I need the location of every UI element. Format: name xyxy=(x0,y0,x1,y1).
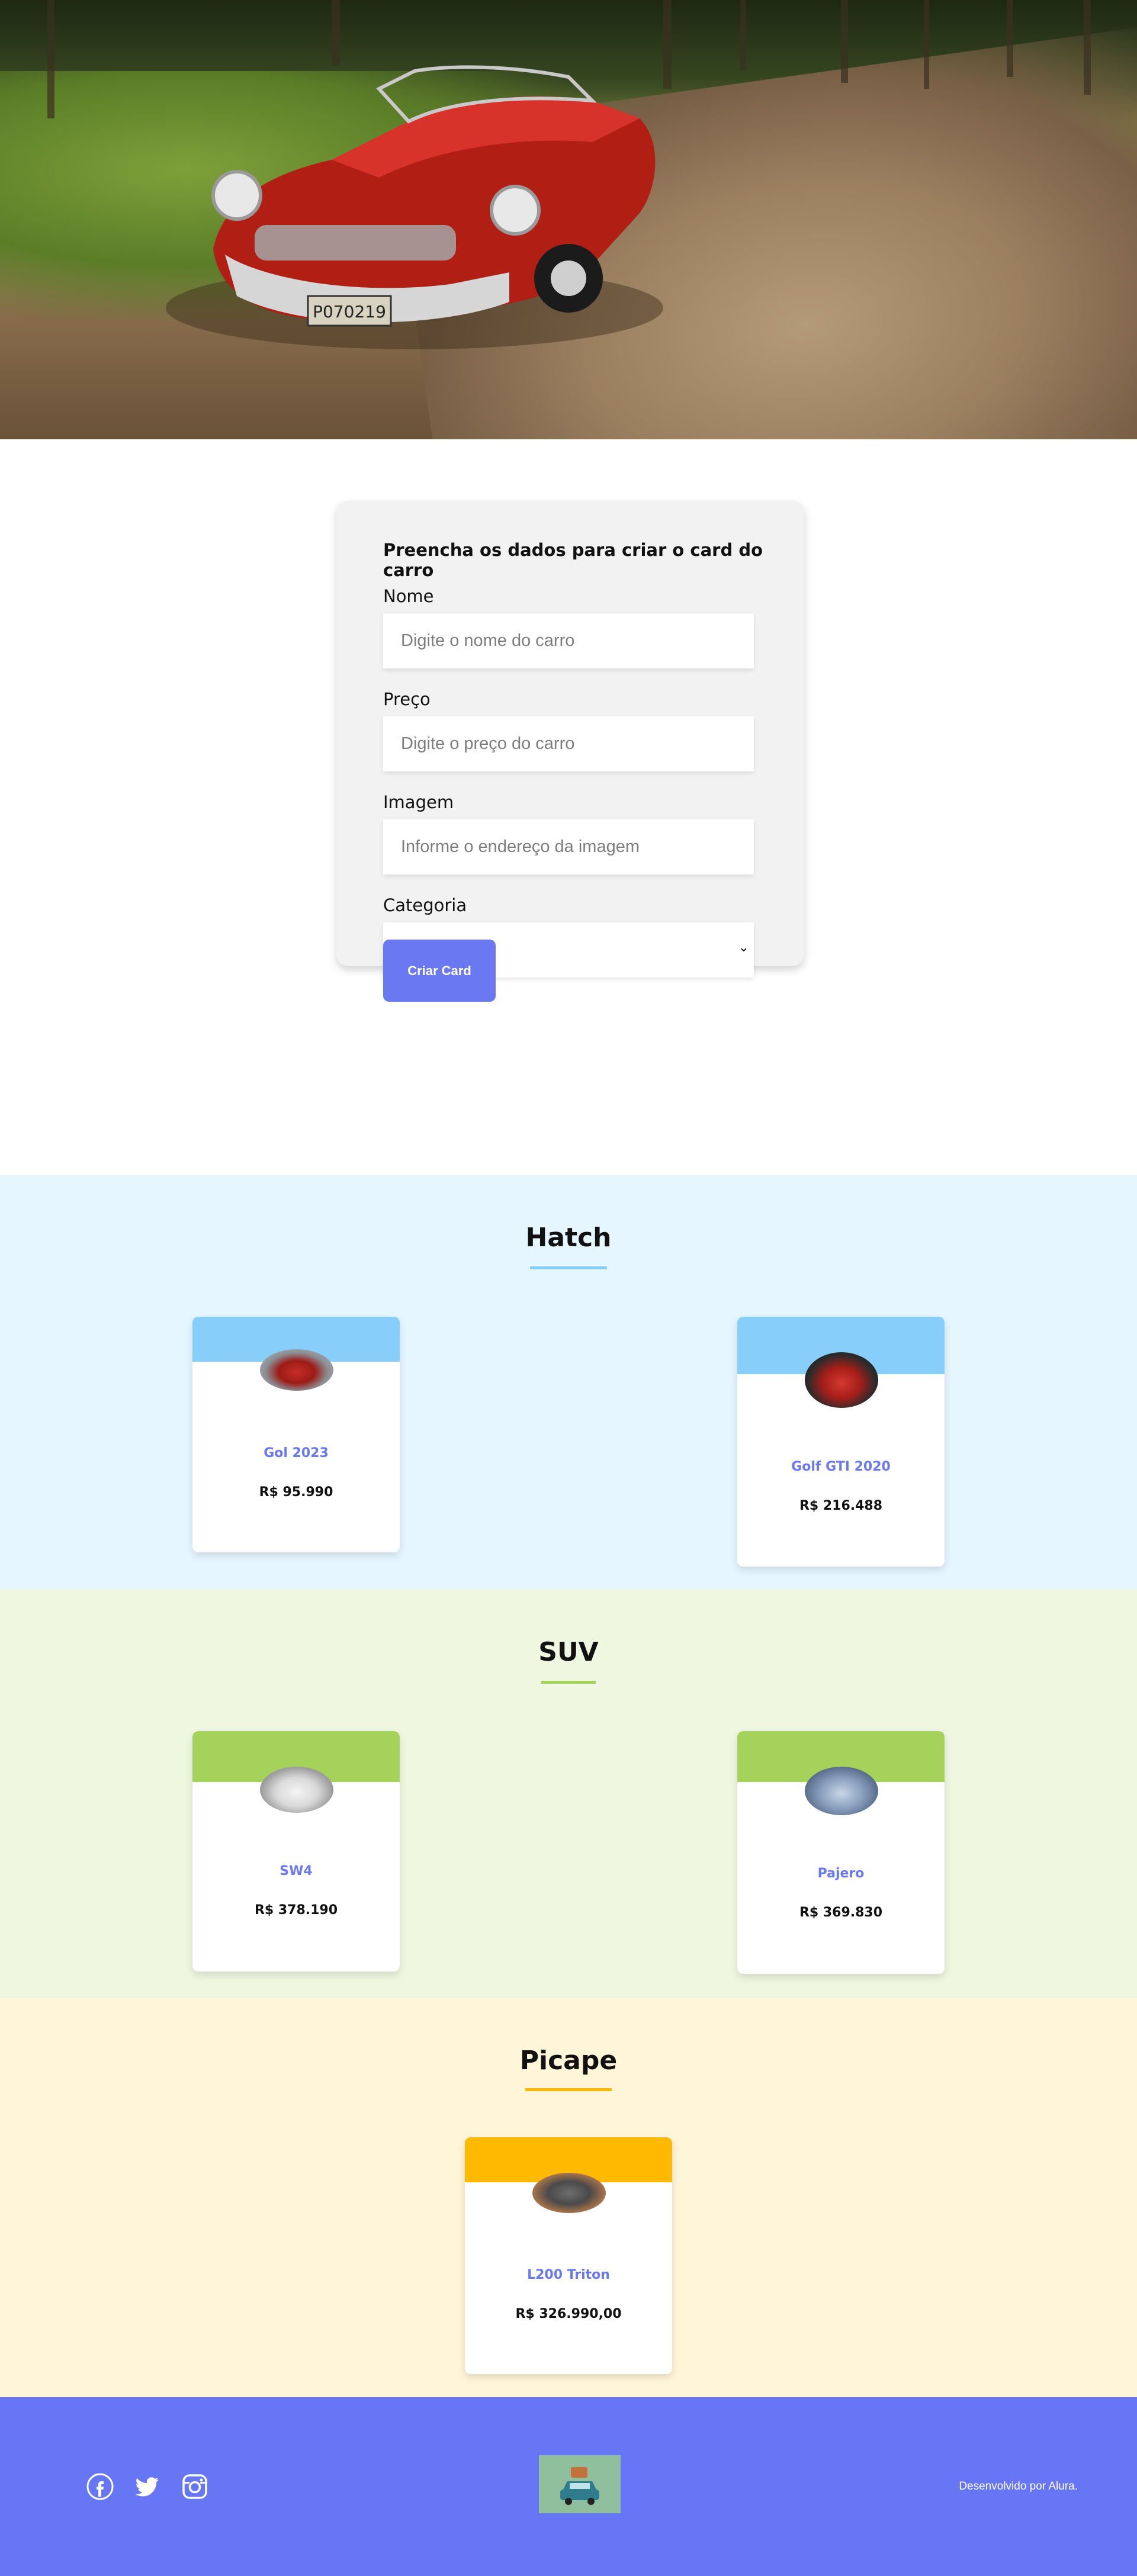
image-url-input[interactable] xyxy=(383,819,754,874)
car-image xyxy=(260,1767,333,1813)
vintage-car-image: P070219 xyxy=(47,0,1091,349)
svg-text:P070219: P070219 xyxy=(313,302,386,321)
car-name: Golf GTI 2020 xyxy=(791,1459,891,1474)
car-name: L200 Triton xyxy=(527,2268,610,2282)
car-image xyxy=(805,1352,878,1408)
car-price: R$ 326.990,00 xyxy=(515,2307,622,2321)
category-title: Picape xyxy=(519,2046,618,2076)
footer-credit: Desenvolvido por Alura. xyxy=(959,2480,1078,2493)
category-section-picape: Picape L200 Triton R$ 326.990,00 xyxy=(0,1998,1137,2397)
car-card: Gol 2023 R$ 95.990 xyxy=(192,1317,400,1552)
category-title: Hatch xyxy=(525,1223,612,1253)
price-label: Preço xyxy=(383,689,431,709)
form-title: Preencha os dados para criar o card do c… xyxy=(383,540,763,580)
create-card-button[interactable]: Criar Card xyxy=(383,940,496,1002)
car-image xyxy=(260,1349,333,1391)
category-underline xyxy=(541,1681,596,1684)
hero-banner: P070219 xyxy=(0,0,1137,439)
category-title: SUV xyxy=(538,1637,599,1667)
instagram-icon[interactable] xyxy=(181,2473,208,2500)
category-underline xyxy=(530,1266,607,1269)
create-card-form: Preencha os dados para criar o card do c… xyxy=(336,501,804,977)
chevron-down-icon: ⌄ xyxy=(738,940,749,955)
price-input[interactable] xyxy=(383,716,754,771)
category-section-hatch: Hatch Gol 2023 R$ 95.990 Golf GTI 2020 R… xyxy=(0,1175,1137,1590)
car-name: SW4 xyxy=(280,1864,313,1879)
image-label: Imagem xyxy=(383,792,454,812)
car-name: Gol 2023 xyxy=(264,1446,329,1461)
name-input[interactable] xyxy=(383,613,754,668)
car-name: Pajero xyxy=(817,1866,865,1881)
category-label: Categoria xyxy=(383,895,467,915)
footer-logo xyxy=(539,2455,621,2513)
car-card: Pajero R$ 369.830 xyxy=(737,1731,945,1974)
category-section-suv: SUV SW4 R$ 378.190 Pajero R$ 369.830 xyxy=(0,1590,1137,1998)
car-image xyxy=(532,2173,606,2213)
car-card: L200 Triton R$ 326.990,00 xyxy=(465,2137,672,2374)
car-price: R$ 95.990 xyxy=(259,1485,333,1500)
footer: Desenvolvido por Alura. xyxy=(0,2397,1137,2576)
car-price: R$ 378.190 xyxy=(254,1903,338,1918)
twitter-icon[interactable] xyxy=(134,2473,161,2500)
name-label: Nome xyxy=(383,586,434,606)
category-underline xyxy=(525,2088,612,2091)
car-price: R$ 216.488 xyxy=(799,1498,883,1513)
car-price: R$ 369.830 xyxy=(799,1905,883,1920)
car-card: SW4 R$ 378.190 xyxy=(192,1731,400,1972)
car-image xyxy=(805,1767,878,1815)
facebook-icon[interactable] xyxy=(86,2473,114,2500)
car-card: Golf GTI 2020 R$ 216.488 xyxy=(737,1317,945,1567)
create-card-section: Preencha os dados para criar o card do c… xyxy=(0,439,1137,1175)
